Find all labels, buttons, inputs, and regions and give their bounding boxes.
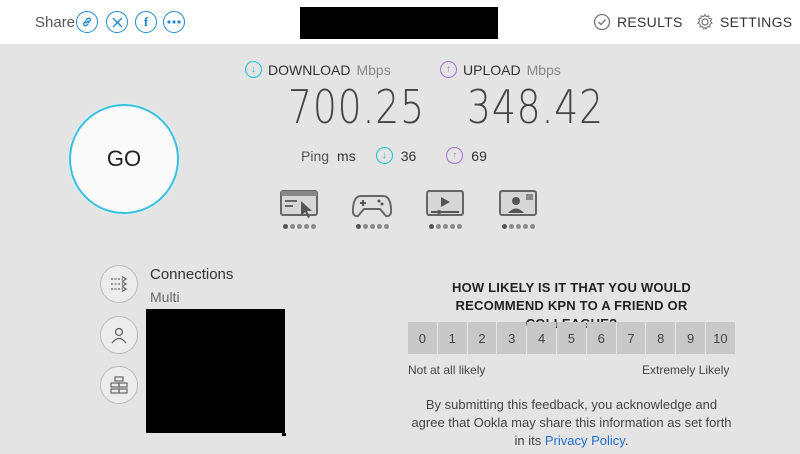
nps-option-9[interactable]: 9 xyxy=(676,322,705,354)
nps-option-4[interactable]: 4 xyxy=(527,322,556,354)
ping-row: Ping ms ↓ 36 ↑ 69 xyxy=(301,147,487,164)
download-arrow-icon: ↓ xyxy=(245,61,262,78)
download-header: ↓ DOWNLOAD Mbps xyxy=(245,61,391,78)
streaming-rating[interactable] xyxy=(424,188,466,229)
upload-unit: Mbps xyxy=(526,61,561,78)
link-icon xyxy=(83,17,91,27)
browsing-rating[interactable] xyxy=(278,188,320,229)
download-value: 700.25 xyxy=(288,80,425,134)
consent-end: . xyxy=(624,433,629,448)
settings-link[interactable]: SETTINGS xyxy=(696,13,792,31)
gaming-icon xyxy=(352,195,392,218)
share-label: Share xyxy=(35,14,76,31)
nps-option-5[interactable]: 5 xyxy=(556,322,586,354)
privacy-policy-link[interactable]: Privacy Policy xyxy=(545,433,625,448)
streaming-icon xyxy=(426,190,464,216)
link-share-button[interactable] xyxy=(76,11,98,33)
ping-unit: ms xyxy=(337,147,356,164)
connections-button[interactable] xyxy=(100,265,138,303)
nps-option-10[interactable]: 10 xyxy=(705,322,735,354)
nps-option-8[interactable]: 8 xyxy=(646,322,676,354)
nps-option-6[interactable]: 6 xyxy=(586,322,616,354)
nps-scale: 0 1 2 3 4 5 6 7 8 9 10 xyxy=(408,322,735,354)
user-icon xyxy=(111,327,127,344)
nps-option-1[interactable]: 1 xyxy=(437,322,467,354)
ping-download-icon: ↓ xyxy=(375,147,393,164)
upload-arrow-icon: ↑ xyxy=(440,61,457,78)
scale-high-label: Extremely Likely xyxy=(642,363,730,377)
go-button[interactable]: GO xyxy=(69,104,179,214)
redacted-provider-info xyxy=(146,309,285,433)
upload-value: 348.42 xyxy=(467,80,604,134)
video-call-rating[interactable] xyxy=(497,188,539,229)
more-icon xyxy=(167,20,181,24)
ping-upload-value: 69 xyxy=(471,147,487,164)
server-icon xyxy=(110,376,128,394)
gear-icon xyxy=(697,13,713,30)
facebook-share-button[interactable]: f xyxy=(135,11,157,33)
redacted-logo xyxy=(300,7,498,39)
top-bar: Share f RESULTS SETTINGS xyxy=(0,0,800,44)
nps-option-2[interactable]: 2 xyxy=(467,322,497,354)
redacted-mark xyxy=(282,433,286,436)
ping-download-value: 36 xyxy=(400,147,417,164)
connections-mode: Multi xyxy=(150,289,180,305)
go-label: GO xyxy=(106,146,142,171)
nps-option-0[interactable]: 0 xyxy=(408,322,437,354)
download-label: DOWNLOAD xyxy=(268,61,351,78)
consent-text: By submitting this feedback, you acknowl… xyxy=(408,396,735,450)
upload-label: UPLOAD xyxy=(463,61,521,78)
more-share-button[interactable] xyxy=(163,11,185,33)
connections-icon xyxy=(111,275,128,293)
download-unit: Mbps xyxy=(356,61,391,78)
x-share-button[interactable] xyxy=(106,11,128,33)
nps-option-7[interactable]: 7 xyxy=(616,322,646,354)
streaming-dots xyxy=(428,224,462,229)
scale-low-label: Not at all likely xyxy=(408,363,486,377)
user-button[interactable] xyxy=(100,316,138,354)
gaming-dots xyxy=(355,224,389,229)
ping-label: Ping xyxy=(301,147,330,164)
ping-upload-icon: ↑ xyxy=(446,147,464,164)
settings-label: SETTINGS xyxy=(720,14,793,30)
check-circle-icon xyxy=(593,13,611,31)
results-label: RESULTS xyxy=(617,14,683,30)
connections-title: Connections xyxy=(150,266,234,283)
nps-option-3[interactable]: 3 xyxy=(497,322,527,354)
x-icon xyxy=(112,17,122,27)
gaming-rating[interactable] xyxy=(351,188,393,229)
video-call-icon xyxy=(499,190,537,216)
upload-header: ↑ UPLOAD Mbps xyxy=(440,61,561,78)
server-button[interactable] xyxy=(100,366,138,404)
browsing-icon xyxy=(280,190,318,218)
browsing-dots xyxy=(282,224,316,229)
video-call-dots xyxy=(501,224,535,229)
facebook-icon: f xyxy=(143,14,149,29)
results-link[interactable]: RESULTS xyxy=(593,13,683,31)
